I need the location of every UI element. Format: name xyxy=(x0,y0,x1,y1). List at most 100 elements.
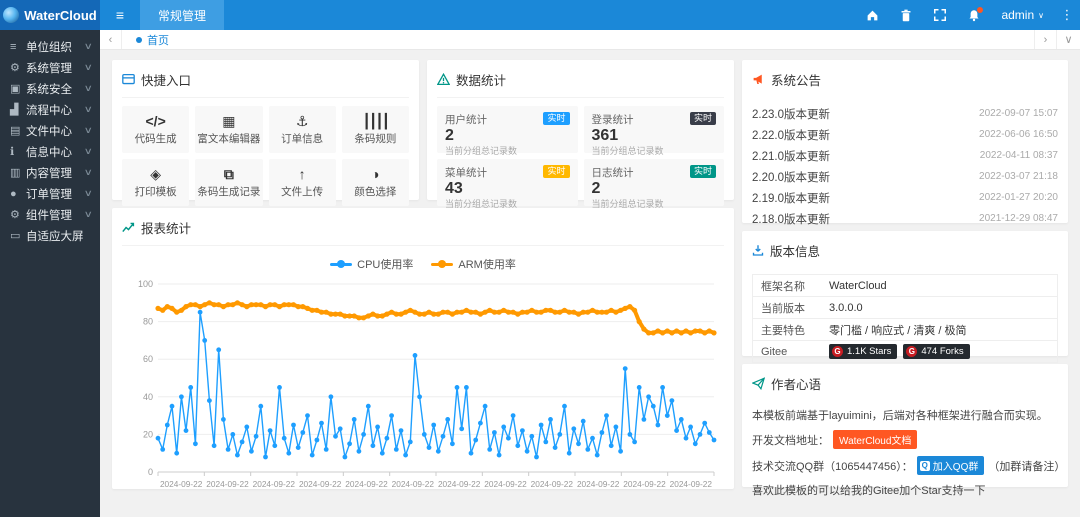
quick-entry-color-picker[interactable]: ◑ 颜色选择 xyxy=(342,159,409,206)
chevron-down-icon: ∨ xyxy=(84,188,93,199)
grid-icon xyxy=(122,73,135,86)
brand-name: WaterCloud xyxy=(24,8,96,23)
gear-icon: ⚙ xyxy=(10,61,26,74)
gitee-icon: G xyxy=(906,346,917,357)
svg-text:2024-09-22: 2024-09-22 xyxy=(345,479,388,489)
status-badge: 实时 xyxy=(690,165,716,178)
announcement-item[interactable]: 2.22.0版本更新 2022-06-06 16:50 xyxy=(752,124,1058,145)
quick-entry-title: 快捷入口 xyxy=(141,70,191,89)
document-icon: ▥ xyxy=(10,166,26,179)
chevron-down-icon: ∨ xyxy=(84,209,93,220)
author-line-3: 技术交流QQ群（1065447456）： Q 加入QQ群 （加群请备注） xyxy=(752,456,1058,475)
doc-link-button[interactable]: WaterCloud文档 xyxy=(833,430,917,449)
menu-toggle-icon[interactable]: ≡ xyxy=(100,0,140,30)
chart-legend: CPU使用率 ARM使用率 xyxy=(122,254,724,276)
trash-icon[interactable] xyxy=(889,0,923,30)
top-tab-general[interactable]: 常规管理 xyxy=(140,0,224,30)
sidebar-item-workflow-center[interactable]: ▟ 流程中心 ∨ xyxy=(0,99,100,120)
svg-text:2024-09-22: 2024-09-22 xyxy=(392,479,435,489)
svg-text:2024-09-22: 2024-09-22 xyxy=(531,479,574,489)
svg-text:2024-09-22: 2024-09-22 xyxy=(253,479,296,489)
version-row-gitee: Gitee G 1.1K Stars G 474 Forks xyxy=(753,341,1057,363)
svg-text:2024-09-22: 2024-09-22 xyxy=(670,479,713,489)
report-chart-card: 报表统计 CPU使用率 ARM使用率 0204060801002024-09-2… xyxy=(112,208,734,489)
fullscreen-icon[interactable] xyxy=(923,0,957,30)
tab-scroll-right-icon[interactable]: › xyxy=(1034,30,1056,49)
svg-text:40: 40 xyxy=(143,392,153,402)
svg-text:0: 0 xyxy=(148,467,153,477)
top-navbar: WaterCloud ≡ 常规管理 admin ∨ ⋮ xyxy=(0,0,1080,30)
upload-icon: ↑ xyxy=(299,167,306,181)
tab-options-icon[interactable]: ∨ xyxy=(1056,30,1080,49)
tab-scroll-left-icon[interactable]: ‹ xyxy=(100,30,122,49)
version-row-framework: 框架名称 WaterCloud xyxy=(753,275,1057,297)
brand[interactable]: WaterCloud xyxy=(0,0,100,30)
monitor-icon: ▣ xyxy=(10,82,26,95)
status-badge: 实时 xyxy=(543,165,569,178)
bell-icon[interactable] xyxy=(957,0,991,30)
chevron-down-icon: ∨ xyxy=(84,83,93,94)
sidebar-item-order-mgmt[interactable]: ● 订单管理 ∨ xyxy=(0,183,100,204)
stat-menus: 菜单统计 43 当前分组总记录数 实时 xyxy=(437,159,578,206)
join-qq-button[interactable]: Q 加入QQ群 xyxy=(917,456,985,475)
sidebar-item-component-mgmt[interactable]: ⚙ 组件管理 ∨ xyxy=(0,204,100,225)
paper-plane-icon xyxy=(752,377,765,390)
svg-text:2024-09-22: 2024-09-22 xyxy=(206,479,249,489)
gitee-stars-badge[interactable]: G 1.1K Stars xyxy=(829,344,897,359)
more-menu-icon[interactable]: ⋮ xyxy=(1054,7,1080,23)
quick-entry-barcode-record[interactable]: ⧉ 条码生成记录 xyxy=(195,159,262,206)
gitee-icon: G xyxy=(832,346,843,357)
author-words-card: 作者心语 本模板前端基于layuimini，后端对各种框架进行融合而实现。 开发… xyxy=(742,364,1068,487)
quick-entry-richtext-editor[interactable]: ▦ 富文本编辑器 xyxy=(195,106,262,153)
announcement-item[interactable]: 2.21.0版本更新 2022-04-11 08:37 xyxy=(752,145,1058,166)
announcement-item[interactable]: 2.23.0版本更新 2022-09-07 15:07 xyxy=(752,103,1058,124)
version-info-title: 版本信息 xyxy=(770,241,820,260)
author-line-2: 开发文档地址： WaterCloud文档 xyxy=(752,430,1058,449)
code-icon: </> xyxy=(146,114,166,128)
usage-line-chart[interactable]: 0204060801002024-09-222024-09-222024-09-… xyxy=(122,276,724,501)
announcement-item[interactable]: 2.19.0版本更新 2022-01-27 20:20 xyxy=(752,187,1058,208)
trend-chart-icon xyxy=(122,221,135,234)
svg-text:2024-09-22: 2024-09-22 xyxy=(484,479,527,489)
sidebar-item-content-mgmt[interactable]: ▥ 内容管理 ∨ xyxy=(0,162,100,183)
main-content: 快捷入口 </> 代码生成 ▦ 富文本编辑器 ⚓ 订单信息 xyxy=(100,50,1080,517)
announcement-item[interactable]: 2.20.0版本更新 2022-03-07 21:18 xyxy=(752,166,1058,187)
qq-icon: Q xyxy=(920,461,930,471)
version-row-current: 当前版本 3.0.0.0 xyxy=(753,297,1057,319)
svg-text:100: 100 xyxy=(138,279,153,289)
status-badge: 实时 xyxy=(690,112,716,125)
status-badge: 实时 xyxy=(543,112,569,125)
author-words-title: 作者心语 xyxy=(771,374,821,393)
data-stats-card: 数据统计 用户统计 2 当前分组总记录数 实时 登录统计 361 当前分组总记录… xyxy=(427,60,734,200)
chevron-down-icon: ∨ xyxy=(84,41,93,52)
author-line-4: 喜欢此模板的可以给我的Gitee加个Star支持一下 xyxy=(752,482,1058,498)
sidebar-item-system-mgmt[interactable]: ⚙ 系统管理 ∨ xyxy=(0,57,100,78)
quick-entry-file-upload[interactable]: ↑ 文件上传 xyxy=(269,159,336,206)
stat-users: 用户统计 2 当前分组总记录数 实时 xyxy=(437,106,578,153)
sidebar-item-unit-org[interactable]: ≡ 单位组织 ∨ xyxy=(0,36,100,57)
barcode-icon: ┃┃┃┃ xyxy=(363,114,389,128)
chevron-down-icon: ∨ xyxy=(84,125,93,136)
user-menu[interactable]: admin ∨ xyxy=(991,8,1054,22)
warning-triangle-icon xyxy=(437,73,450,86)
chevron-down-icon: ∨ xyxy=(84,104,93,115)
sidebar-item-file-center[interactable]: ▤ 文件中心 ∨ xyxy=(0,120,100,141)
gitee-forks-badge[interactable]: G 474 Forks xyxy=(903,344,969,359)
quick-entry-code-gen[interactable]: </> 代码生成 xyxy=(122,106,189,153)
stat-logs: 日志统计 2 当前分组总记录数 实时 xyxy=(584,159,725,206)
quick-entry-order-info[interactable]: ⚓ 订单信息 xyxy=(269,106,336,153)
sidebar-item-info-center[interactable]: ℹ 信息中心 ∨ xyxy=(0,141,100,162)
quick-entry-print-template[interactable]: ◈ 打印模板 xyxy=(122,159,189,206)
quick-entry-barcode-rule[interactable]: ┃┃┃┃ 条码规则 xyxy=(342,106,409,153)
legend-arm[interactable]: ARM使用率 xyxy=(431,256,515,272)
announcement-item[interactable]: 2.18.0版本更新 2021-12-29 08:47 xyxy=(752,208,1058,229)
sidebar-item-adaptive-screen[interactable]: ▭ 自适应大屏 xyxy=(0,225,100,246)
home-icon[interactable] xyxy=(855,0,889,30)
svg-text:2024-09-22: 2024-09-22 xyxy=(577,479,620,489)
tab-home[interactable]: 首页 xyxy=(122,30,183,49)
legend-cpu[interactable]: CPU使用率 xyxy=(330,256,413,272)
legend-marker-icon xyxy=(431,263,453,266)
author-line-1: 本模板前端基于layuimini，后端对各种框架进行融合而实现。 xyxy=(752,407,1058,423)
chart-icon: ▟ xyxy=(10,103,26,116)
sidebar-item-system-security[interactable]: ▣ 系统安全 ∨ xyxy=(0,78,100,99)
